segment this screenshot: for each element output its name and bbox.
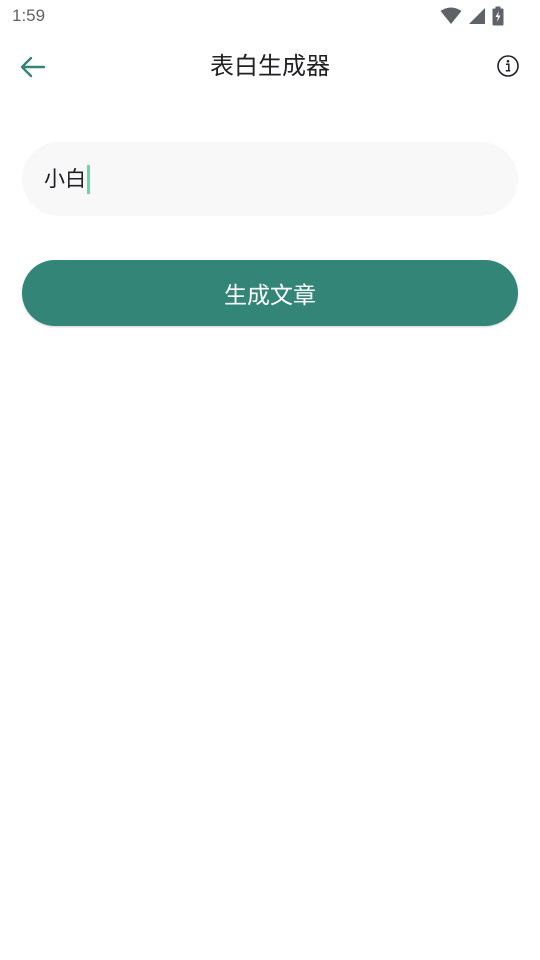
wifi-icon — [440, 7, 462, 24]
signal-icon — [469, 8, 485, 24]
name-input-field[interactable]: 小白 — [22, 142, 518, 216]
info-circle-icon — [497, 55, 519, 77]
generate-article-button[interactable]: 生成文章 — [22, 260, 518, 326]
status-icons — [440, 6, 504, 26]
info-button[interactable] — [496, 54, 520, 78]
status-time: 1:59 — [12, 6, 46, 25]
status-bar: 1:59 — [0, 0, 540, 32]
battery-charging-icon — [492, 6, 504, 26]
name-input-value: 小白 — [44, 167, 86, 191]
page-title: 表白生成器 — [210, 52, 330, 80]
text-caret — [87, 164, 90, 194]
app-bar: 表白生成器 — [0, 32, 540, 100]
